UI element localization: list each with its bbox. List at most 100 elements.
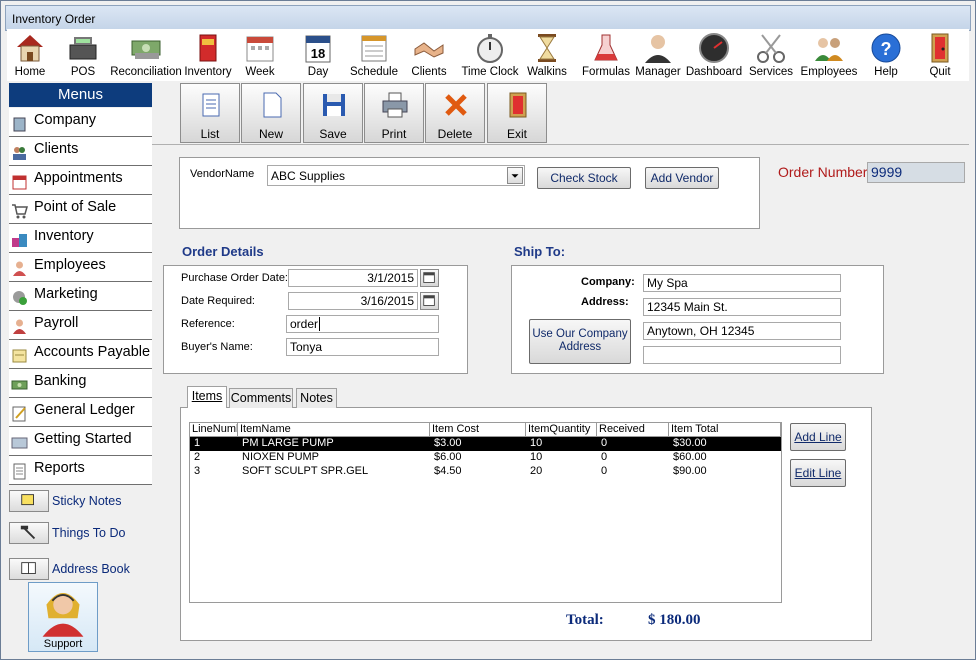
save-button[interactable]: Save: [303, 83, 363, 143]
table-cell: 1: [194, 437, 201, 449]
chevron-down-icon[interactable]: [507, 167, 523, 184]
menu-item-accounts-payable[interactable]: Accounts Payable: [9, 340, 152, 369]
po-date-label: Purchase Order Date:: [181, 272, 288, 284]
menu-item-point-of-sale[interactable]: Point of Sale: [9, 195, 152, 224]
reports-icon: [13, 463, 26, 480]
new-document-icon: [263, 92, 282, 118]
calendar-picker-icon[interactable]: [420, 292, 439, 310]
help-icon: ?: [871, 33, 901, 63]
toolbar-pos[interactable]: POS: [63, 29, 103, 81]
toolbar-walkins[interactable]: Walkins: [527, 29, 567, 81]
use-company-address-button[interactable]: Use Our Company Address: [529, 319, 631, 364]
column-header[interactable]: Item Cost: [430, 423, 526, 437]
toolbar-schedule[interactable]: Schedule: [350, 29, 398, 81]
delete-button[interactable]: Delete: [425, 83, 485, 143]
toolbar-services[interactable]: Services: [749, 29, 793, 81]
table-cell: 0: [601, 451, 608, 463]
table-cell: $4.50: [434, 465, 462, 477]
menu-item-general-ledger[interactable]: General Ledger: [9, 398, 152, 427]
text-cursor: [319, 317, 321, 331]
table-cell: $90.00: [673, 465, 707, 477]
menu-item-employees[interactable]: Employees: [9, 253, 152, 282]
ship-to-heading: Ship To:: [514, 244, 566, 259]
toolbar-employees[interactable]: Employees: [801, 29, 857, 81]
column-header[interactable]: ItemName: [238, 423, 430, 437]
sticky-notes-label[interactable]: Sticky Notes: [52, 494, 121, 508]
things-to-do-button[interactable]: [9, 522, 49, 544]
reference-field[interactable]: order: [286, 315, 439, 333]
order-number-label: Order Number: [778, 164, 868, 180]
tab-notes[interactable]: Notes: [296, 388, 337, 408]
toolbar-quit[interactable]: Quit: [922, 29, 958, 81]
address-book-button[interactable]: [9, 558, 49, 580]
hourglass-icon: [538, 34, 556, 62]
table-cell: NIOXEN PUMP: [242, 451, 320, 463]
add-vendor-button[interactable]: Add Vendor: [645, 167, 719, 189]
toolbar-home[interactable]: Home: [9, 29, 51, 81]
print-button[interactable]: Print: [364, 83, 424, 143]
ship-address-line3-field[interactable]: [643, 346, 841, 364]
toolbar-reconciliation[interactable]: Reconciliation: [110, 29, 182, 81]
ship-address-line1-field[interactable]: 12345 Main St.: [643, 298, 841, 316]
tab-comments[interactable]: Comments: [229, 388, 293, 408]
exit-button[interactable]: Exit: [487, 83, 547, 143]
new-button[interactable]: New: [241, 83, 301, 143]
hammer-icon: [20, 525, 36, 540]
toolbar-day[interactable]: 18 Day: [299, 29, 337, 81]
column-header[interactable]: ItemQuantity: [526, 423, 597, 437]
po-date-field[interactable]: 3/1/2015: [288, 269, 418, 287]
menu-item-getting-started[interactable]: Getting Started: [9, 427, 152, 456]
table-row[interactable]: 3 SOFT SCULPT SPR.GEL $4.50 20 0 $90.00: [190, 465, 781, 479]
toolbar-dashboard[interactable]: Dashboard: [686, 29, 742, 81]
toolbar-manager[interactable]: Manager: [635, 29, 681, 81]
vendor-name-label: VendorName: [190, 168, 255, 180]
menu-item-inventory[interactable]: Inventory: [9, 224, 152, 253]
list-icon: [202, 93, 220, 117]
menu-item-marketing[interactable]: Marketing: [9, 282, 152, 311]
toolbar-inventory[interactable]: Inventory: [184, 29, 232, 81]
support-button[interactable]: Support: [28, 582, 98, 652]
table-row[interactable]: 2 NIOXEN PUMP $6.00 10 0 $60.00: [190, 451, 781, 465]
toolbar-clients[interactable]: Clients: [409, 29, 449, 81]
reference-label: Reference:: [181, 318, 235, 330]
table-cell: 0: [601, 437, 608, 449]
menu-item-banking[interactable]: Banking: [9, 369, 152, 398]
column-header[interactable]: Received: [597, 423, 669, 437]
ship-address-line2-field[interactable]: Anytown, OH 12345: [643, 322, 841, 340]
address-book-label[interactable]: Address Book: [52, 562, 130, 576]
money-icon: [131, 40, 161, 59]
table-cell: $3.00: [434, 437, 462, 449]
svg-text:?: ?: [881, 39, 892, 59]
menu-item-appointments[interactable]: Appointments: [9, 166, 152, 195]
sticky-notes-button[interactable]: [9, 490, 49, 512]
edit-line-button[interactable]: Edit Line: [790, 459, 846, 487]
tab-items[interactable]: Items: [187, 386, 227, 408]
buyer-name-field[interactable]: Tonya: [286, 338, 439, 356]
check-stock-button[interactable]: Check Stock: [537, 167, 631, 189]
vendor-select[interactable]: ABC Supplies: [267, 165, 525, 186]
table-cell: $6.00: [434, 451, 462, 463]
table-row[interactable]: 1 PM LARGE PUMP $3.00 10 0 $30.00: [190, 437, 781, 451]
toolbar-time-clock[interactable]: Time Clock: [461, 29, 519, 81]
items-table[interactable]: LineNumb ItemName Item Cost ItemQuantity…: [189, 422, 782, 603]
order-details-heading: Order Details: [182, 244, 264, 259]
menu-item-clients[interactable]: Clients: [9, 137, 152, 166]
toolbar-formulas[interactable]: Formulas: [582, 29, 630, 81]
menu-item-company[interactable]: Company: [9, 108, 152, 137]
calendar-picker-icon[interactable]: [420, 269, 439, 287]
add-line-button[interactable]: Add Line: [790, 423, 846, 451]
toolbar-help[interactable]: ? Help: [868, 29, 904, 81]
menu-item-reports[interactable]: Reports: [9, 456, 152, 485]
column-header[interactable]: Item Total: [669, 423, 781, 437]
menu-item-payroll[interactable]: Payroll: [9, 311, 152, 340]
list-button[interactable]: List: [180, 83, 240, 143]
things-to-do-label[interactable]: Things To Do: [52, 526, 125, 540]
ship-company-field[interactable]: My Spa: [643, 274, 841, 292]
column-header[interactable]: LineNumb: [190, 423, 238, 437]
order-number-field[interactable]: 9999: [867, 162, 965, 183]
toolbar-week[interactable]: Week: [240, 29, 280, 81]
date-required-label: Date Required:: [181, 295, 255, 307]
date-required-field[interactable]: 3/16/2015: [288, 292, 418, 310]
week-calendar-icon: [246, 36, 274, 62]
total-label: Total:: [566, 612, 604, 628]
